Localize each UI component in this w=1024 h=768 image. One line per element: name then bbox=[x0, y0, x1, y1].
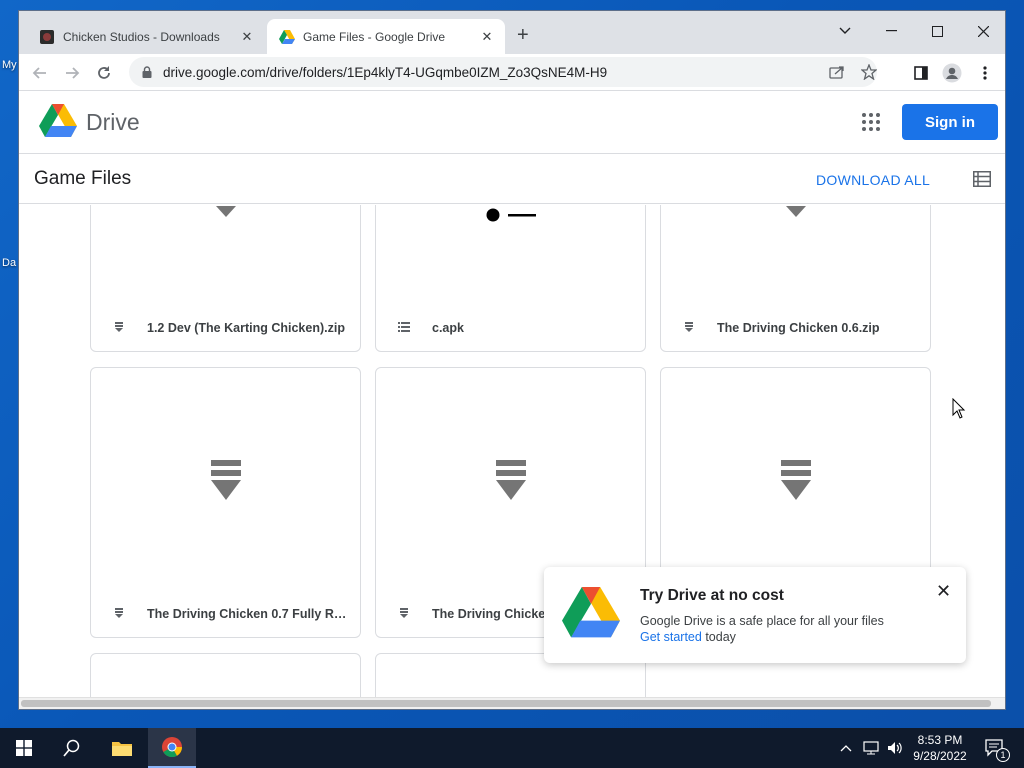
reload-icon[interactable] bbox=[93, 62, 115, 84]
url-text[interactable]: drive.google.com/drive/folders/1Ep4klyT4… bbox=[163, 65, 607, 80]
zip-file-thumbnail-icon bbox=[216, 206, 236, 217]
maximize-button[interactable] bbox=[914, 17, 960, 45]
file-name: c.apk bbox=[432, 321, 464, 335]
new-tab-button[interactable]: + bbox=[517, 25, 529, 45]
search-icon bbox=[63, 739, 80, 757]
minimize-button[interactable] bbox=[868, 17, 914, 45]
back-arrow-icon[interactable] bbox=[29, 62, 51, 84]
get-started-link[interactable]: Get started bbox=[640, 630, 702, 644]
promo-title: Try Drive at no cost bbox=[640, 587, 784, 604]
file-name: The Driving Chicken 0.6.zip bbox=[717, 321, 880, 335]
file-card[interactable]: The Driving Chicken 0.7 Fully Rel... bbox=[90, 367, 361, 638]
sign-in-button[interactable]: Sign in bbox=[902, 104, 998, 140]
side-panel-icon[interactable] bbox=[910, 62, 932, 84]
file-name: The Driving Chicken 0.7 Fully Rel... bbox=[147, 607, 347, 621]
profile-avatar-icon[interactable] bbox=[941, 62, 963, 84]
zip-file-icon bbox=[115, 322, 123, 332]
desktop-icon-label[interactable]: Da bbox=[2, 257, 16, 269]
mouse-cursor-icon bbox=[952, 398, 966, 419]
clock-time: 8:53 PM bbox=[917, 733, 963, 747]
drive-header: Drive Sign in bbox=[19, 91, 1005, 154]
clock-date: 9/28/2022 bbox=[913, 749, 967, 763]
share-icon[interactable] bbox=[827, 62, 847, 82]
browser-toolbar: drive.google.com/drive/folders/1Ep4klyT4… bbox=[19, 54, 1005, 91]
file-name: 1.2 Dev (The Karting Chicken).zip bbox=[147, 321, 345, 335]
search-button[interactable] bbox=[48, 728, 96, 768]
apps-grid-icon[interactable] bbox=[861, 112, 881, 132]
show-hidden-icons-icon[interactable] bbox=[836, 728, 856, 768]
chrome-icon bbox=[162, 737, 183, 758]
list-file-icon bbox=[398, 322, 410, 332]
close-tab-icon[interactable]: ✕ bbox=[239, 29, 255, 45]
tab-game-files[interactable]: Game Files - Google Drive ✕ bbox=[267, 19, 505, 54]
file-card[interactable]: c.apk bbox=[375, 205, 646, 352]
chrome-taskbar-button[interactable] bbox=[148, 728, 196, 768]
zip-file-thumbnail-icon bbox=[211, 460, 241, 500]
drive-favicon-icon bbox=[279, 29, 295, 44]
list-view-icon[interactable] bbox=[973, 171, 991, 187]
close-promo-icon[interactable]: ✕ bbox=[936, 581, 951, 602]
download-all-button[interactable]: DOWNLOAD ALL bbox=[816, 172, 930, 188]
taskbar: 8:53 PM 9/28/2022 1 bbox=[0, 728, 1024, 768]
folder-title: Game Files bbox=[34, 168, 132, 189]
tab-title: Chicken Studios - Downloads bbox=[63, 29, 220, 44]
volume-icon[interactable] bbox=[884, 728, 906, 768]
clock[interactable]: 8:53 PM 9/28/2022 bbox=[908, 728, 972, 768]
folder-icon bbox=[112, 742, 132, 756]
zip-file-icon bbox=[400, 608, 408, 618]
drive-logo-icon[interactable] bbox=[39, 104, 77, 138]
browser-menu-icon[interactable] bbox=[974, 62, 996, 84]
zip-file-thumbnail-icon bbox=[781, 460, 811, 500]
site-favicon-icon bbox=[40, 29, 54, 44]
list-file-thumbnail-icon bbox=[486, 208, 536, 222]
file-card[interactable]: 1.2 Dev (The Karting Chicken).zip bbox=[90, 205, 361, 352]
zip-file-icon bbox=[685, 322, 693, 332]
promo-link-line: Get started today bbox=[640, 630, 736, 644]
lock-icon bbox=[142, 66, 152, 78]
drive-brand-name[interactable]: Drive bbox=[86, 109, 140, 136]
scrollbar-thumb[interactable] bbox=[21, 700, 991, 707]
promo-link-suffix: today bbox=[705, 630, 736, 644]
network-icon[interactable] bbox=[860, 728, 882, 768]
tab-title: Game Files - Google Drive bbox=[303, 29, 446, 44]
close-tab-icon[interactable]: ✕ bbox=[479, 29, 495, 45]
desktop-icon-label[interactable]: My bbox=[2, 59, 17, 71]
horizontal-scrollbar[interactable] bbox=[19, 697, 1005, 709]
windows-logo-icon bbox=[16, 740, 32, 756]
address-bar[interactable]: drive.google.com/drive/folders/1Ep4klyT4… bbox=[129, 57, 877, 87]
try-drive-promo: Try Drive at no cost Google Drive is a s… bbox=[544, 567, 966, 663]
bookmark-star-icon[interactable] bbox=[859, 62, 879, 82]
close-window-button[interactable] bbox=[960, 17, 1005, 45]
zip-file-icon bbox=[115, 608, 123, 618]
promo-description: Google Drive is a safe place for all you… bbox=[640, 614, 884, 628]
tab-search-icon[interactable] bbox=[822, 17, 868, 45]
start-button[interactable] bbox=[0, 728, 48, 768]
forward-arrow-icon[interactable] bbox=[61, 62, 83, 84]
drive-logo-icon bbox=[562, 587, 620, 638]
notification-count-badge: 1 bbox=[996, 748, 1010, 762]
folder-bar: Game Files DOWNLOAD ALL bbox=[19, 155, 1005, 204]
file-card[interactable]: The Driving Chicken 0.6.zip bbox=[660, 205, 931, 352]
file-explorer-button[interactable] bbox=[98, 728, 146, 768]
zip-file-thumbnail-icon bbox=[496, 460, 526, 500]
file-card[interactable] bbox=[90, 653, 361, 699]
tab-strip: Chicken Studios - Downloads ✕ Game Files… bbox=[19, 11, 1005, 54]
zip-file-thumbnail-icon bbox=[786, 206, 806, 217]
tab-chicken-studios[interactable]: Chicken Studios - Downloads ✕ bbox=[27, 19, 265, 54]
notification-center-button[interactable]: 1 bbox=[978, 728, 1012, 768]
